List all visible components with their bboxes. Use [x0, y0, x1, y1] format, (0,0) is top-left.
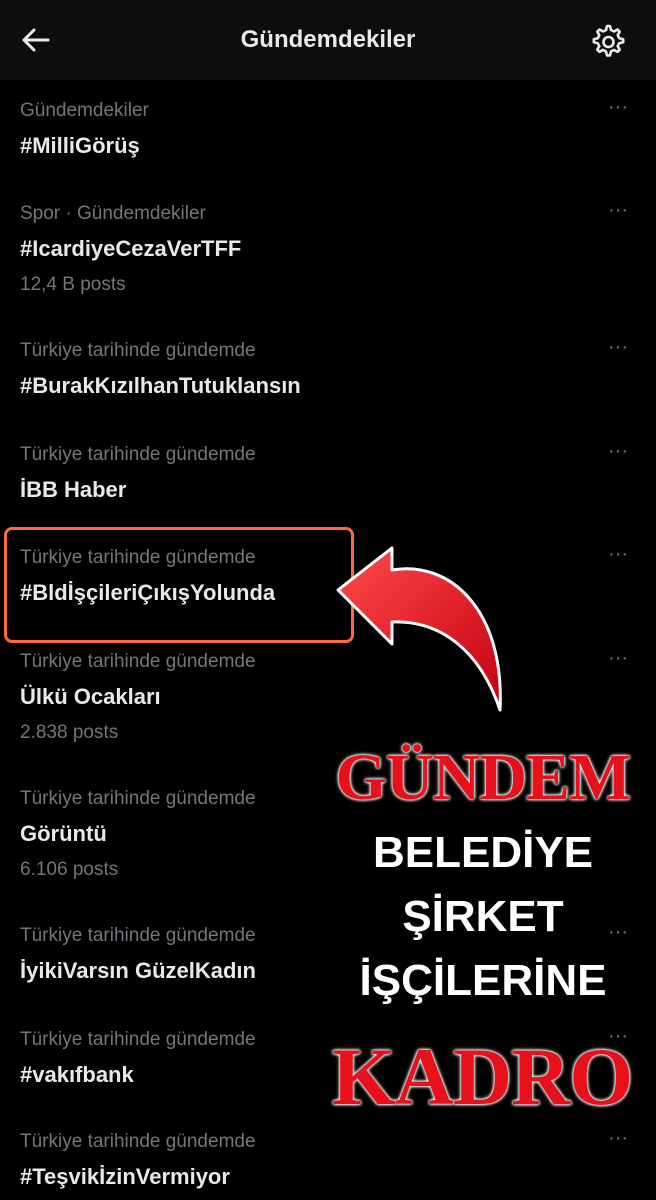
trend-name: Görüntü: [20, 821, 107, 846]
top-bar: Gündemdekiler: [0, 0, 656, 80]
more-options-icon[interactable]: ···: [608, 1127, 628, 1150]
more-options-icon[interactable]: ···: [608, 96, 628, 119]
trend-category: Türkiye tarihinde gündemde: [20, 1029, 256, 1050]
more-options-icon[interactable]: ···: [608, 199, 628, 222]
trend-name: #vakıfbank: [20, 1062, 134, 1087]
more-options-icon[interactable]: ···: [608, 440, 628, 463]
trend-category: Türkiye tarihinde gündemde: [20, 340, 256, 361]
trend-name: İyikiVarsın GüzelKadın: [20, 958, 256, 983]
trend-post-count: 12,4 B posts: [20, 274, 126, 295]
trend-name: #TeşvikİzinVermiyor: [20, 1164, 230, 1189]
trend-category: Türkiye tarihinde gündemde: [20, 651, 256, 672]
trend-category: Spor · Gündemdekiler: [20, 203, 206, 224]
trend-name: İBB Haber: [20, 477, 127, 502]
trend-name: #IcardiyeCezaVerTFF: [20, 236, 242, 261]
trend-name: #MilliGörüş: [20, 133, 140, 158]
highlight-box: [4, 527, 354, 643]
more-options-icon[interactable]: ···: [608, 647, 628, 670]
more-options-icon[interactable]: ···: [608, 543, 628, 566]
trend-name: Ülkü Ocakları: [20, 684, 161, 709]
trend-post-count: 2.838 posts: [20, 722, 119, 743]
overlay-iscilerine: İŞÇİLERİNE: [359, 956, 607, 1005]
overlay-kadro: KADRO: [331, 1031, 633, 1122]
overlay-belediye: BELEDİYE: [372, 828, 594, 877]
trend-name: #BurakKızılhanTutuklansın: [20, 373, 301, 398]
curved-arrow-icon: [336, 546, 502, 712]
gear-icon[interactable]: [588, 22, 626, 60]
trend-category: Türkiye tarihinde gündemde: [20, 925, 256, 946]
overlay-sirket: ŞİRKET: [402, 892, 564, 941]
trend-post-count: 6.106 posts: [20, 859, 119, 880]
more-options-icon[interactable]: ···: [608, 336, 628, 359]
overlay-gundem: GÜNDEM: [335, 741, 632, 814]
trend-category: Gündemdekiler: [20, 100, 149, 121]
trend-category: Türkiye tarihinde gündemde: [20, 788, 256, 809]
page-title: Gündemdekiler: [240, 26, 416, 53]
trend-category: Türkiye tarihinde gündemde: [20, 444, 256, 465]
trend-category: Türkiye tarihinde gündemde: [20, 1131, 256, 1152]
